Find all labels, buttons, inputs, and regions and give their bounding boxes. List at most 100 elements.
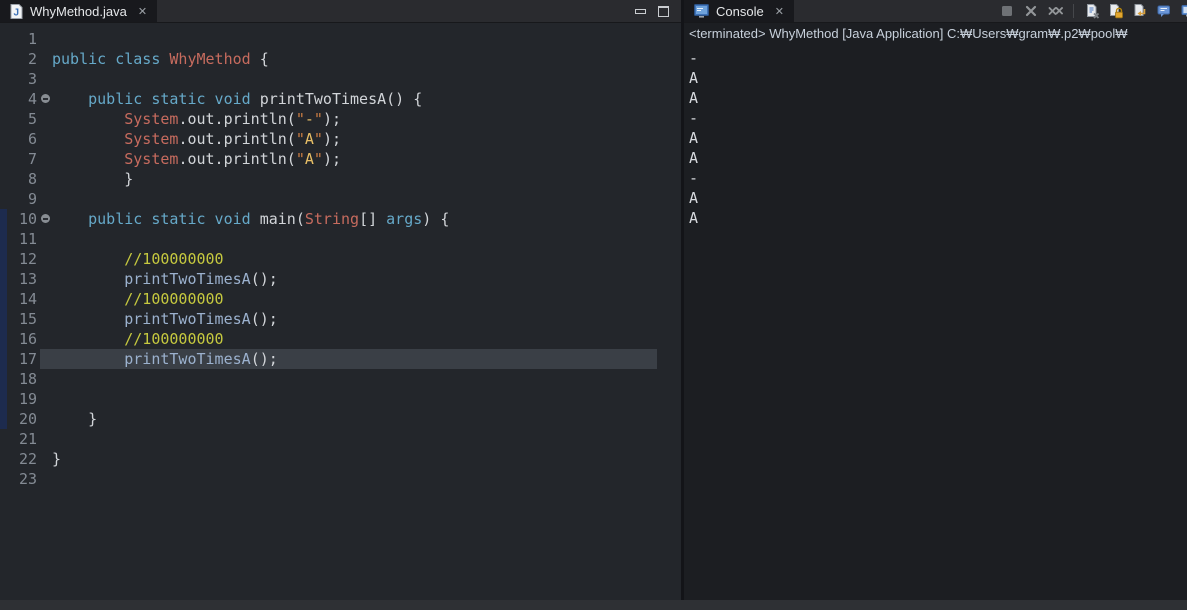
- minimize-icon[interactable]: [635, 8, 646, 14]
- svg-text:J: J: [14, 7, 20, 18]
- code-editor[interactable]: 1 2 public class WhyMethod {3 4 public stat…: [0, 23, 681, 600]
- fold-gutter: [40, 329, 52, 349]
- java-file-icon: J: [10, 3, 23, 19]
- code-line-17[interactable]: 17 printTwoTimesA();: [0, 349, 681, 369]
- maximize-icon[interactable]: [658, 5, 669, 17]
- console-line: A: [689, 69, 699, 87]
- pin-console-icon[interactable]: [1156, 3, 1172, 19]
- code-line-12[interactable]: 12 //100000000: [0, 249, 681, 269]
- code-text: System.out.println("A");: [124, 130, 341, 148]
- fold-collapse-icon[interactable]: [40, 89, 52, 109]
- line-number: 8: [27, 170, 37, 188]
- fold-gutter: [40, 129, 52, 149]
- fold-gutter: [40, 369, 52, 389]
- code-line-1[interactable]: 1: [0, 29, 681, 49]
- editor-window-controls: [635, 0, 681, 22]
- code-text: printTwoTimesA();: [124, 350, 278, 368]
- console-tab[interactable]: Console ✕: [684, 0, 794, 22]
- editor-tab[interactable]: J WhyMethod.java ✕: [0, 0, 158, 22]
- code-text: public static void printTwoTimesA() {: [88, 90, 423, 108]
- line-number: 18: [18, 370, 37, 388]
- code-line-13[interactable]: 13 printTwoTimesA();: [0, 269, 681, 289]
- code-line-15[interactable]: 15 printTwoTimesA();: [0, 309, 681, 329]
- console-tabbar-spacer: [794, 0, 999, 22]
- fold-gutter: [40, 309, 52, 329]
- terminate-icon[interactable]: [999, 3, 1015, 19]
- fold-gutter: [40, 429, 52, 449]
- line-number: 11: [18, 230, 37, 248]
- code-line-20[interactable]: 20 }: [0, 409, 681, 429]
- code-line-4[interactable]: 4 public static void printTwoTimesA() {: [0, 89, 681, 109]
- code-line-9[interactable]: 9: [0, 189, 681, 209]
- code-line-11[interactable]: 11: [0, 229, 681, 249]
- line-number: 5: [27, 110, 37, 128]
- line-number: 20: [18, 410, 37, 428]
- console-line: A: [689, 189, 699, 207]
- status-bar: [0, 600, 1187, 610]
- fold-gutter: [40, 189, 52, 209]
- fold-gutter: [40, 169, 52, 189]
- fold-gutter: [40, 449, 52, 469]
- line-number: 10: [18, 210, 37, 228]
- line-number: 19: [18, 390, 37, 408]
- console-icon: [694, 3, 709, 19]
- editor-tabbar: J WhyMethod.java ✕: [0, 0, 681, 23]
- code-line-7[interactable]: 7 System.out.println("A");: [0, 149, 681, 169]
- code-line-22[interactable]: 22}: [0, 449, 681, 469]
- line-number: 4: [27, 90, 37, 108]
- line-number: 3: [27, 70, 37, 88]
- line-number: 7: [27, 150, 37, 168]
- fold-gutter: [40, 149, 52, 169]
- fold-gutter: [40, 109, 52, 129]
- code-text: printTwoTimesA();: [124, 310, 278, 328]
- code-line-18[interactable]: 18: [0, 369, 681, 389]
- clear-console-icon[interactable]: [1084, 3, 1100, 19]
- code-line-19[interactable]: 19: [0, 389, 681, 409]
- console-tab-title: Console: [716, 3, 764, 19]
- fold-gutter: [40, 229, 52, 249]
- fold-gutter: [40, 49, 52, 69]
- word-wrap-icon[interactable]: [1132, 3, 1148, 19]
- console-output[interactable]: -AA-AA-AA: [684, 45, 1187, 228]
- code-text: System.out.println("-");: [124, 110, 341, 128]
- console-tab-close-icon[interactable]: ✕: [775, 5, 784, 18]
- console-toolbar: [999, 0, 1187, 22]
- code-line-3[interactable]: 3: [0, 69, 681, 89]
- remove-launch-icon[interactable]: [1023, 3, 1039, 19]
- line-number: 1: [27, 30, 37, 48]
- console-pane: Console ✕ <terminated> WhyMethod [Java A…: [684, 0, 1187, 600]
- code-line-16[interactable]: 16 //100000000: [0, 329, 681, 349]
- console-line: A: [689, 149, 699, 167]
- console-line: A: [689, 89, 699, 107]
- line-number: 2: [27, 50, 37, 68]
- line-number: 23: [18, 470, 37, 488]
- code-line-14[interactable]: 14 //100000000: [0, 289, 681, 309]
- code-line-5[interactable]: 5 System.out.println("-");: [0, 109, 681, 129]
- fold-gutter: [40, 289, 52, 309]
- fold-gutter: [40, 269, 52, 289]
- code-text: System.out.println("A");: [124, 150, 341, 168]
- code-line-6[interactable]: 6 System.out.println("A");: [0, 129, 681, 149]
- console-line: A: [689, 129, 699, 147]
- editor-tab-close-icon[interactable]: ✕: [138, 5, 147, 18]
- fold-gutter: [40, 249, 52, 269]
- remove-all-terminated-icon[interactable]: [1047, 3, 1063, 19]
- line-number: 15: [18, 310, 37, 328]
- code-line-8[interactable]: 8 }: [0, 169, 681, 189]
- code-line-23[interactable]: 23: [0, 469, 681, 489]
- fold-gutter: [40, 389, 52, 409]
- fold-collapse-icon[interactable]: [40, 209, 52, 229]
- open-console-icon[interactable]: [1180, 3, 1187, 19]
- code-line-2[interactable]: 2 public class WhyMethod {: [0, 49, 681, 69]
- code-text: }: [52, 410, 98, 428]
- code-line-10[interactable]: 10 public static void main(String[] args…: [0, 209, 681, 229]
- console-line: -: [689, 109, 699, 127]
- scroll-lock-icon[interactable]: [1108, 3, 1124, 19]
- line-number: 16: [18, 330, 37, 348]
- line-number: 14: [18, 290, 37, 308]
- toolbar-separator: [1073, 4, 1074, 18]
- console-line: A: [689, 209, 699, 227]
- editor-tabbar-spacer: [157, 0, 635, 22]
- code-text: public static void main(String[] args) {: [88, 210, 450, 228]
- code-line-21[interactable]: 21: [0, 429, 681, 449]
